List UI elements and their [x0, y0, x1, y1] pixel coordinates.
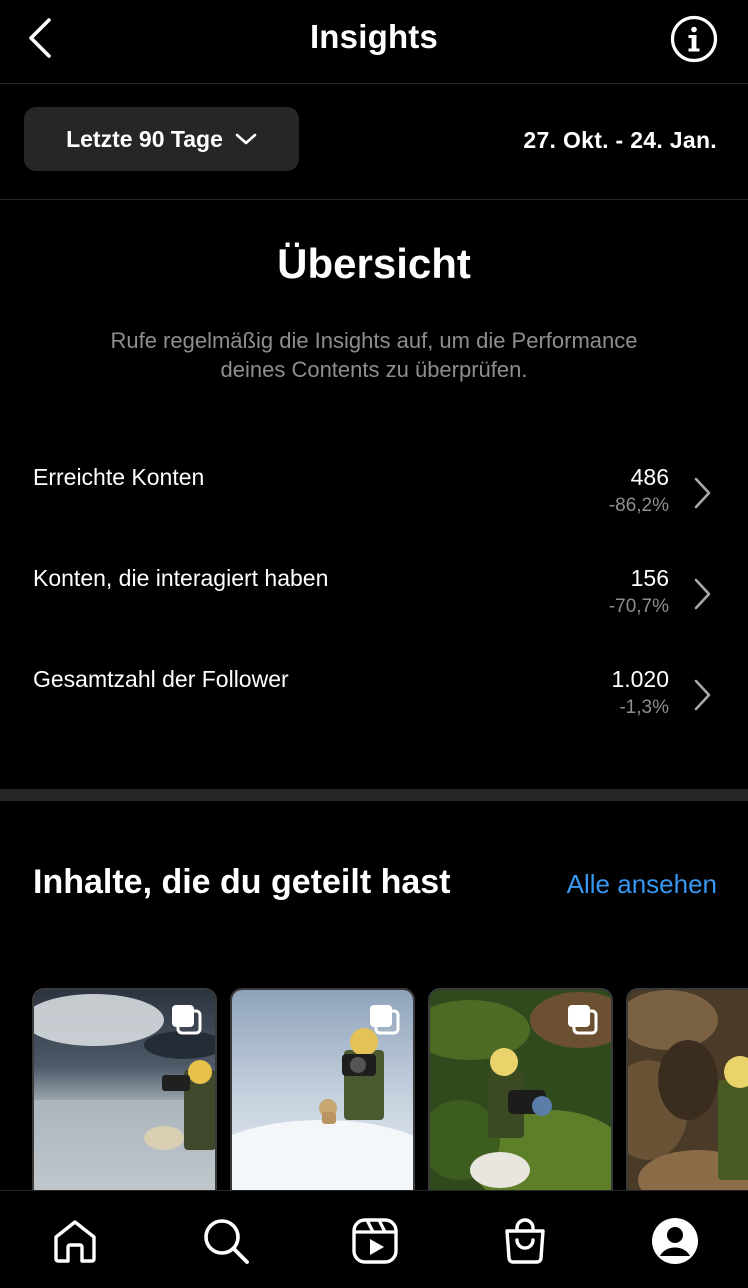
shared-content-title: Inhalte, die du geteilt hast — [33, 863, 451, 901]
post-thumbnail[interactable] — [428, 988, 613, 1190]
metric-label: Gesamtzahl der Follower — [33, 666, 289, 692]
post-image — [628, 990, 748, 1190]
date-range: 27. Okt. - 24. Jan. — [523, 127, 717, 153]
post-thumbnail[interactable] — [230, 988, 415, 1190]
nav-home-button[interactable] — [49, 1215, 101, 1267]
metric-change: -1,3% — [619, 697, 669, 718]
metric-label: Konten, die interagiert haben — [33, 565, 329, 591]
top-bar: Insights — [0, 0, 748, 84]
time-range-dropdown[interactable]: Letzte 90 Tage — [24, 107, 299, 171]
overview-title: Übersicht — [277, 240, 471, 287]
chevron-down-icon — [235, 133, 257, 145]
search-icon — [204, 1219, 249, 1264]
bottom-navigation — [0, 1190, 748, 1288]
metric-label: Erreichte Konten — [33, 464, 205, 490]
nav-profile-button[interactable] — [649, 1215, 701, 1267]
profile-icon — [652, 1218, 698, 1264]
metric-value: 156 — [630, 565, 669, 591]
filter-row: Letzte 90 Tage 27. Okt. - 24. Jan. — [0, 84, 748, 200]
shop-icon — [505, 1218, 545, 1264]
info-button[interactable] — [670, 15, 718, 63]
overview-description: Rufe regelmäßig die Insights auf, um die… — [110, 328, 638, 382]
metric-value: 1.020 — [611, 666, 669, 692]
carousel-icon — [370, 1005, 400, 1035]
post-thumbnail[interactable] — [32, 988, 217, 1190]
info-circle-icon — [670, 15, 718, 63]
home-icon — [54, 1220, 96, 1263]
section-divider — [0, 789, 748, 801]
metric-row-engaged-accounts[interactable]: Konten, die interagiert haben 156 -70,7% — [0, 563, 748, 639]
post-thumbnail[interactable] — [626, 988, 748, 1190]
carousel-icon — [172, 1005, 202, 1035]
chevron-right-icon — [694, 578, 711, 610]
nav-reels-button[interactable] — [349, 1215, 401, 1267]
chevron-right-icon — [694, 679, 711, 711]
reels-icon — [352, 1218, 398, 1264]
time-range-label: Letzte 90 Tage — [66, 125, 223, 152]
metric-value: 486 — [630, 464, 669, 490]
chevron-right-icon — [694, 477, 711, 509]
metric-row-reached-accounts[interactable]: Erreichte Konten 486 -86,2% — [0, 462, 748, 538]
carousel-icon — [568, 1005, 598, 1035]
metric-row-total-followers[interactable]: Gesamtzahl der Follower 1.020 -1,3% — [0, 664, 748, 740]
metric-change: -86,2% — [608, 495, 669, 516]
see-all-link[interactable]: Alle ansehen — [567, 869, 717, 900]
nav-shop-button[interactable] — [499, 1215, 551, 1267]
metric-change: -70,7% — [608, 596, 669, 617]
content-thumbnails — [32, 988, 748, 1190]
nav-search-button[interactable] — [200, 1215, 252, 1267]
page-title: Insights — [309, 18, 439, 55]
